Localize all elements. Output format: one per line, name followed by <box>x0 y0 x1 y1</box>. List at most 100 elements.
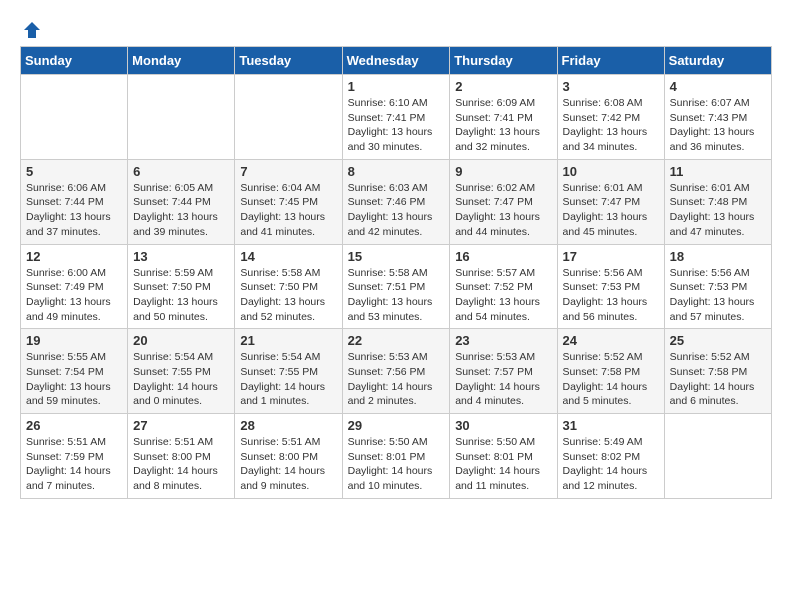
calendar-cell: 12 Sunrise: 6:00 AM Sunset: 7:49 PM Dayli… <box>21 244 128 329</box>
day-info: Sunrise: 6:00 AM Sunset: 7:49 PM Dayligh… <box>26 266 122 325</box>
logo <box>20 20 42 36</box>
day-number: 2 <box>455 79 551 94</box>
calendar-cell: 9Sunrise: 6:02 AM Sunset: 7:47 PM Daylig… <box>450 159 557 244</box>
calendar-cell: 17 Sunrise: 5:56 AM Sunset: 7:53 PM Dayli… <box>557 244 664 329</box>
day-number: 5 <box>26 164 122 179</box>
day-number: 22 <box>348 333 445 348</box>
calendar-header-row: SundayMondayTuesdayWednesdayThursdayFrid… <box>21 47 772 75</box>
calendar-cell: 27 Sunrise: 5:51 AM Sunset: 8:00 PM Dayli… <box>128 414 235 499</box>
day-number: 13 <box>133 249 229 264</box>
calendar-cell <box>21 75 128 160</box>
day-number: 3 <box>563 79 659 94</box>
day-info: Sunrise: 5:58 AM Sunset: 7:50 PM Dayligh… <box>240 266 336 325</box>
day-number: 23 <box>455 333 551 348</box>
weekday-header-friday: Friday <box>557 47 664 75</box>
day-info: Sunrise: 5:56 AM Sunset: 7:53 PM Dayligh… <box>563 266 659 325</box>
day-info: Sunrise: 5:51 AM Sunset: 7:59 PM Dayligh… <box>26 435 122 494</box>
calendar-week-row: 12 Sunrise: 6:00 AM Sunset: 7:49 PM Dayli… <box>21 244 772 329</box>
day-number: 26 <box>26 418 122 433</box>
calendar-cell: 22 Sunrise: 5:53 AM Sunset: 7:56 PM Dayli… <box>342 329 450 414</box>
calendar-week-row: 5Sunrise: 6:06 AM Sunset: 7:44 PM Daylig… <box>21 159 772 244</box>
calendar-cell: 26 Sunrise: 5:51 AM Sunset: 7:59 PM Dayli… <box>21 414 128 499</box>
page-header <box>20 20 772 36</box>
day-info: Sunrise: 5:54 AM Sunset: 7:55 PM Dayligh… <box>240 350 336 409</box>
day-number: 11 <box>670 164 766 179</box>
calendar-cell: 28Sunrise: 5:51 AM Sunset: 8:00 PM Dayli… <box>235 414 342 499</box>
calendar-table: SundayMondayTuesdayWednesdayThursdayFrid… <box>20 46 772 499</box>
calendar-cell: 6 Sunrise: 6:05 AM Sunset: 7:44 PM Daylig… <box>128 159 235 244</box>
day-info: Sunrise: 6:07 AM Sunset: 7:43 PM Dayligh… <box>670 96 766 155</box>
day-info: Sunrise: 6:02 AM Sunset: 7:47 PM Dayligh… <box>455 181 551 240</box>
calendar-cell <box>235 75 342 160</box>
day-number: 27 <box>133 418 229 433</box>
calendar-cell: 2 Sunrise: 6:09 AM Sunset: 7:41 PM Daylig… <box>450 75 557 160</box>
day-info: Sunrise: 6:01 AM Sunset: 7:48 PM Dayligh… <box>670 181 766 240</box>
calendar-cell: 23Sunrise: 5:53 AM Sunset: 7:57 PM Dayli… <box>450 329 557 414</box>
day-number: 4 <box>670 79 766 94</box>
day-number: 30 <box>455 418 551 433</box>
calendar-cell: 30 Sunrise: 5:50 AM Sunset: 8:01 PM Dayli… <box>450 414 557 499</box>
day-info: Sunrise: 6:09 AM Sunset: 7:41 PM Dayligh… <box>455 96 551 155</box>
calendar-cell: 5Sunrise: 6:06 AM Sunset: 7:44 PM Daylig… <box>21 159 128 244</box>
calendar-cell: 4 Sunrise: 6:07 AM Sunset: 7:43 PM Daylig… <box>664 75 771 160</box>
calendar-cell: 18 Sunrise: 5:56 AM Sunset: 7:53 PM Dayli… <box>664 244 771 329</box>
day-number: 8 <box>348 164 445 179</box>
calendar-cell: 7 Sunrise: 6:04 AM Sunset: 7:45 PM Daylig… <box>235 159 342 244</box>
day-number: 7 <box>240 164 336 179</box>
day-info: Sunrise: 5:50 AM Sunset: 8:01 PM Dayligh… <box>455 435 551 494</box>
weekday-header-sunday: Sunday <box>21 47 128 75</box>
day-number: 28 <box>240 418 336 433</box>
calendar-week-row: 19Sunrise: 5:55 AM Sunset: 7:54 PM Dayli… <box>21 329 772 414</box>
day-number: 21 <box>240 333 336 348</box>
weekday-header-monday: Monday <box>128 47 235 75</box>
calendar-cell: 1 Sunrise: 6:10 AM Sunset: 7:41 PM Daylig… <box>342 75 450 160</box>
day-info: Sunrise: 5:52 AM Sunset: 7:58 PM Dayligh… <box>563 350 659 409</box>
day-number: 18 <box>670 249 766 264</box>
calendar-cell: 25 Sunrise: 5:52 AM Sunset: 7:58 PM Dayli… <box>664 329 771 414</box>
day-info: Sunrise: 5:53 AM Sunset: 7:56 PM Dayligh… <box>348 350 445 409</box>
calendar-cell: 20 Sunrise: 5:54 AM Sunset: 7:55 PM Dayli… <box>128 329 235 414</box>
day-info: Sunrise: 6:04 AM Sunset: 7:45 PM Dayligh… <box>240 181 336 240</box>
calendar-week-row: 26 Sunrise: 5:51 AM Sunset: 7:59 PM Dayli… <box>21 414 772 499</box>
day-info: Sunrise: 5:58 AM Sunset: 7:51 PM Dayligh… <box>348 266 445 325</box>
calendar-cell: 14 Sunrise: 5:58 AM Sunset: 7:50 PM Dayli… <box>235 244 342 329</box>
calendar-cell: 15 Sunrise: 5:58 AM Sunset: 7:51 PM Dayli… <box>342 244 450 329</box>
day-number: 16 <box>455 249 551 264</box>
day-number: 20 <box>133 333 229 348</box>
day-info: Sunrise: 5:49 AM Sunset: 8:02 PM Dayligh… <box>563 435 659 494</box>
day-number: 15 <box>348 249 445 264</box>
calendar-cell: 24Sunrise: 5:52 AM Sunset: 7:58 PM Dayli… <box>557 329 664 414</box>
day-number: 14 <box>240 249 336 264</box>
day-number: 6 <box>133 164 229 179</box>
calendar-cell: 13 Sunrise: 5:59 AM Sunset: 7:50 PM Dayli… <box>128 244 235 329</box>
day-number: 19 <box>26 333 122 348</box>
logo-icon <box>22 20 42 40</box>
calendar-cell: 11 Sunrise: 6:01 AM Sunset: 7:48 PM Dayli… <box>664 159 771 244</box>
day-number: 17 <box>563 249 659 264</box>
calendar-cell <box>128 75 235 160</box>
day-info: Sunrise: 5:50 AM Sunset: 8:01 PM Dayligh… <box>348 435 445 494</box>
weekday-header-saturday: Saturday <box>664 47 771 75</box>
day-info: Sunrise: 5:52 AM Sunset: 7:58 PM Dayligh… <box>670 350 766 409</box>
calendar-cell: 29 Sunrise: 5:50 AM Sunset: 8:01 PM Dayli… <box>342 414 450 499</box>
calendar-cell: 16 Sunrise: 5:57 AM Sunset: 7:52 PM Dayli… <box>450 244 557 329</box>
day-info: Sunrise: 5:59 AM Sunset: 7:50 PM Dayligh… <box>133 266 229 325</box>
day-number: 31 <box>563 418 659 433</box>
calendar-cell: 19Sunrise: 5:55 AM Sunset: 7:54 PM Dayli… <box>21 329 128 414</box>
day-info: Sunrise: 6:10 AM Sunset: 7:41 PM Dayligh… <box>348 96 445 155</box>
day-number: 12 <box>26 249 122 264</box>
calendar-cell: 31 Sunrise: 5:49 AM Sunset: 8:02 PM Dayli… <box>557 414 664 499</box>
day-number: 25 <box>670 333 766 348</box>
day-info: Sunrise: 5:57 AM Sunset: 7:52 PM Dayligh… <box>455 266 551 325</box>
day-info: Sunrise: 5:56 AM Sunset: 7:53 PM Dayligh… <box>670 266 766 325</box>
day-number: 29 <box>348 418 445 433</box>
day-number: 10 <box>563 164 659 179</box>
calendar-cell <box>664 414 771 499</box>
day-info: Sunrise: 6:05 AM Sunset: 7:44 PM Dayligh… <box>133 181 229 240</box>
day-info: Sunrise: 5:54 AM Sunset: 7:55 PM Dayligh… <box>133 350 229 409</box>
calendar-cell: 3Sunrise: 6:08 AM Sunset: 7:42 PM Daylig… <box>557 75 664 160</box>
calendar-cell: 21 Sunrise: 5:54 AM Sunset: 7:55 PM Dayli… <box>235 329 342 414</box>
calendar-cell: 10Sunrise: 6:01 AM Sunset: 7:47 PM Dayli… <box>557 159 664 244</box>
day-info: Sunrise: 5:51 AM Sunset: 8:00 PM Dayligh… <box>133 435 229 494</box>
day-number: 1 <box>348 79 445 94</box>
